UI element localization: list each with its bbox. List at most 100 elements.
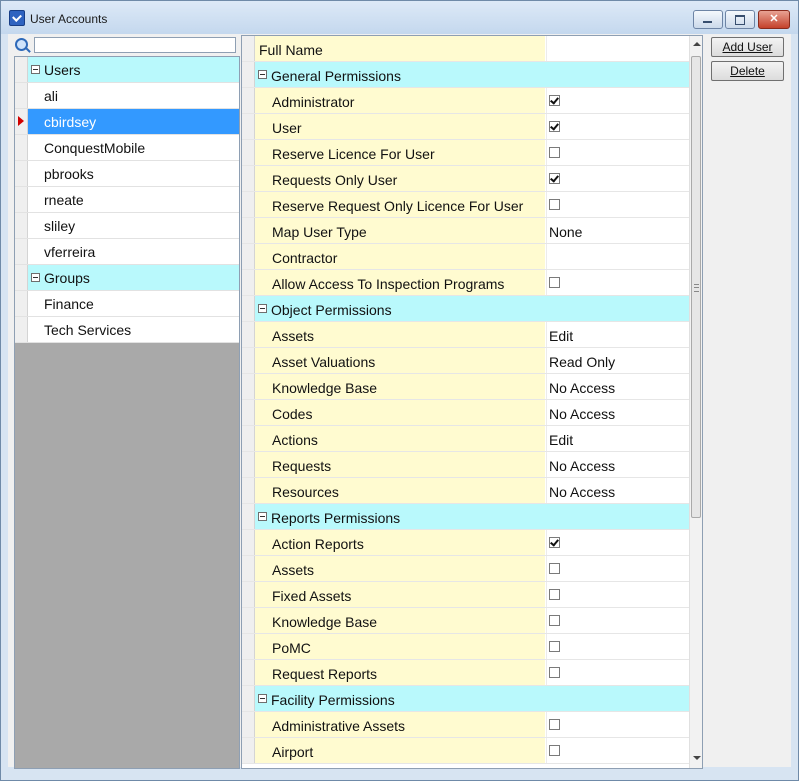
scroll-up-icon[interactable] bbox=[693, 42, 701, 46]
property-value-cell[interactable] bbox=[546, 36, 690, 61]
tree-user-row[interactable]: cbirdsey bbox=[15, 109, 239, 135]
permission-row[interactable]: Knowledge Base bbox=[242, 608, 690, 634]
permission-row[interactable]: Asset Valuations Read Only bbox=[242, 348, 690, 374]
permission-category-row[interactable]: Reports Permissions bbox=[242, 504, 689, 530]
property-value-cell[interactable]: None bbox=[546, 218, 690, 243]
full-name-row[interactable]: Full Name bbox=[242, 36, 690, 62]
row-selector[interactable] bbox=[242, 348, 255, 373]
property-value-cell[interactable] bbox=[546, 140, 690, 165]
permission-row[interactable]: Actions Edit bbox=[242, 426, 690, 452]
delete-button[interactable]: Delete bbox=[711, 61, 784, 81]
tree-user-row[interactable]: pbrooks bbox=[15, 161, 239, 187]
row-selector[interactable] bbox=[242, 322, 255, 347]
tree-user-row[interactable]: ConquestMobile bbox=[15, 135, 239, 161]
property-value-cell[interactable] bbox=[546, 270, 690, 295]
property-value-cell[interactable]: No Access bbox=[546, 400, 690, 425]
minimize-button[interactable] bbox=[693, 10, 723, 29]
collapse-icon[interactable] bbox=[258, 694, 267, 703]
property-value-cell[interactable] bbox=[546, 712, 690, 737]
permission-row[interactable]: Allow Access To Inspection Programs bbox=[242, 270, 690, 296]
permission-row[interactable]: Reserve Request Only Licence For User bbox=[242, 192, 690, 218]
collapse-icon[interactable] bbox=[31, 65, 40, 74]
tree-user-row[interactable]: Tech Services bbox=[15, 317, 239, 343]
permission-row[interactable]: Reserve Licence For User bbox=[242, 140, 690, 166]
row-selector[interactable] bbox=[242, 582, 255, 607]
property-value-cell[interactable] bbox=[546, 608, 690, 633]
row-selector[interactable] bbox=[242, 244, 255, 269]
row-selector[interactable] bbox=[242, 166, 255, 191]
checked-checkbox[interactable] bbox=[549, 121, 560, 132]
row-selector[interactable] bbox=[242, 296, 255, 321]
row-selector[interactable] bbox=[15, 161, 28, 186]
tree-user-row[interactable]: ali bbox=[15, 83, 239, 109]
row-selector[interactable] bbox=[15, 135, 28, 160]
tree-group-row[interactable]: Groups bbox=[15, 265, 239, 291]
row-selector[interactable] bbox=[242, 400, 255, 425]
permission-row[interactable]: Airport bbox=[242, 738, 690, 764]
row-selector[interactable] bbox=[242, 426, 255, 451]
unchecked-checkbox[interactable] bbox=[549, 277, 560, 288]
checked-checkbox[interactable] bbox=[549, 537, 560, 548]
row-selector[interactable] bbox=[242, 478, 255, 503]
permission-row[interactable]: Request Reports bbox=[242, 660, 690, 686]
row-selector[interactable] bbox=[15, 187, 28, 212]
row-selector[interactable] bbox=[15, 265, 28, 290]
property-value-cell[interactable]: Read Only bbox=[546, 348, 690, 373]
permission-category-row[interactable]: Facility Permissions bbox=[242, 686, 689, 712]
tree-user-row[interactable]: rneate bbox=[15, 187, 239, 213]
unchecked-checkbox[interactable] bbox=[549, 563, 560, 574]
row-selector[interactable] bbox=[242, 218, 255, 243]
property-value-cell[interactable] bbox=[546, 582, 690, 607]
permission-row[interactable]: Requests Only User bbox=[242, 166, 690, 192]
tree-user-row[interactable]: vferreira bbox=[15, 239, 239, 265]
permission-row[interactable]: Fixed Assets bbox=[242, 582, 690, 608]
property-value-cell[interactable] bbox=[546, 556, 690, 581]
permission-row[interactable]: Assets Edit bbox=[242, 322, 690, 348]
property-value-cell[interactable]: No Access bbox=[546, 478, 690, 503]
permission-row[interactable]: Contractor bbox=[242, 244, 690, 270]
unchecked-checkbox[interactable] bbox=[549, 719, 560, 730]
row-selector[interactable] bbox=[242, 738, 255, 763]
permission-category-row[interactable]: Object Permissions bbox=[242, 296, 689, 322]
row-selector[interactable] bbox=[242, 556, 255, 581]
close-button[interactable]: ✕ bbox=[758, 10, 790, 29]
permission-row[interactable]: Requests No Access bbox=[242, 452, 690, 478]
row-selector[interactable] bbox=[15, 239, 28, 264]
permission-row[interactable]: Codes No Access bbox=[242, 400, 690, 426]
row-selector[interactable] bbox=[242, 62, 255, 87]
row-selector[interactable] bbox=[15, 291, 28, 316]
row-selector[interactable] bbox=[242, 686, 255, 711]
row-selector[interactable] bbox=[242, 712, 255, 737]
row-selector[interactable] bbox=[15, 317, 28, 342]
tree-user-row[interactable]: sliley bbox=[15, 213, 239, 239]
property-value-cell[interactable]: No Access bbox=[546, 452, 690, 477]
row-selector[interactable] bbox=[242, 608, 255, 633]
property-value-cell[interactable]: No Access bbox=[546, 374, 690, 399]
row-selector[interactable] bbox=[242, 270, 255, 295]
row-selector[interactable] bbox=[242, 114, 255, 139]
row-selector[interactable] bbox=[15, 213, 28, 238]
row-selector[interactable] bbox=[242, 634, 255, 659]
property-value-cell[interactable]: Edit bbox=[546, 426, 690, 451]
collapse-icon[interactable] bbox=[258, 304, 267, 313]
unchecked-checkbox[interactable] bbox=[549, 667, 560, 678]
unchecked-checkbox[interactable] bbox=[549, 147, 560, 158]
property-value-cell[interactable] bbox=[546, 114, 690, 139]
property-value-cell[interactable] bbox=[546, 634, 690, 659]
row-selector[interactable] bbox=[242, 660, 255, 685]
scroll-down-icon[interactable] bbox=[693, 756, 701, 760]
property-value-cell[interactable] bbox=[546, 166, 690, 191]
unchecked-checkbox[interactable] bbox=[549, 745, 560, 756]
permission-category-row[interactable]: General Permissions bbox=[242, 62, 689, 88]
tree-user-row[interactable]: Finance bbox=[15, 291, 239, 317]
row-selector[interactable] bbox=[15, 57, 28, 82]
row-selector[interactable] bbox=[242, 36, 255, 61]
permission-row[interactable]: Map User Type None bbox=[242, 218, 690, 244]
checked-checkbox[interactable] bbox=[549, 95, 560, 106]
scrollbar-thumb[interactable] bbox=[691, 56, 701, 518]
vertical-scrollbar[interactable] bbox=[689, 36, 702, 768]
permission-row[interactable]: User bbox=[242, 114, 690, 140]
row-selector[interactable] bbox=[242, 374, 255, 399]
unchecked-checkbox[interactable] bbox=[549, 589, 560, 600]
tree-group-row[interactable]: Users bbox=[15, 57, 239, 83]
